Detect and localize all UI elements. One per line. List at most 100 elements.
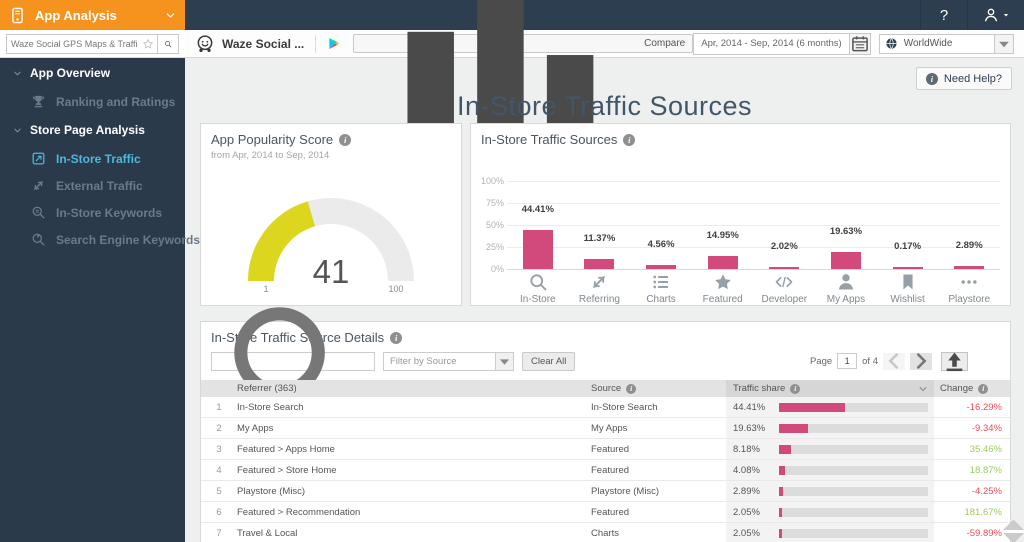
traffic-share-fill — [779, 423, 809, 433]
in-store-keywords-icon — [31, 205, 46, 220]
search-submit-button[interactable] — [158, 33, 179, 54]
bar — [769, 267, 800, 269]
bar-column-my-apps[interactable]: 19.63% — [815, 181, 877, 269]
chart-category-in-store[interactable]: In-Store — [507, 272, 569, 305]
filter-dropdown-button[interactable] — [495, 352, 513, 370]
table-row[interactable]: 1 In-Store Search In-Store Search 44.41%… — [201, 397, 1010, 418]
info-icon[interactable] — [623, 133, 636, 146]
column-source[interactable]: Source — [591, 380, 726, 397]
app-analysis-header[interactable]: App Analysis — [0, 0, 185, 30]
region-dropdown-button[interactable] — [994, 34, 1013, 53]
sidebar-item-in-store-traffic[interactable]: In-Store Traffic — [0, 145, 185, 172]
sidebar-item-ranking-and-ratings[interactable]: Ranking and Ratings — [0, 88, 185, 115]
column-traffic-share[interactable]: Traffic share — [726, 380, 934, 397]
brand-title: App Analysis — [35, 7, 117, 23]
traffic-share-fill — [779, 528, 783, 538]
row-traffic-share: 2.05% — [726, 502, 934, 522]
favorite-star-icon[interactable] — [142, 38, 154, 50]
table-row[interactable]: 3 Featured > Apps Home Featured 8.18% 35… — [201, 439, 1010, 460]
info-icon[interactable] — [626, 383, 637, 394]
chart-category-my-apps[interactable]: My Apps — [815, 272, 877, 305]
page-number-input[interactable] — [837, 353, 858, 369]
row-change: -4.25% — [971, 485, 1002, 497]
table-row[interactable]: 7 Travel & Local Charts 2.05% -59.89% — [201, 523, 1010, 542]
traffic-share-track — [779, 465, 928, 475]
chart-category-developer[interactable]: Developer — [754, 272, 816, 305]
search-icon — [164, 40, 172, 48]
table-controls: Filter by Source Clear All Page of 4 — [211, 306, 1000, 422]
previous-page-button[interactable] — [883, 352, 905, 370]
table-row[interactable]: 5 Playstore (Misc) Playstore (Misc) 2.89… — [201, 481, 1010, 502]
sidebar-item-external-traffic[interactable]: External Traffic — [0, 172, 185, 199]
chart-category-playstore[interactable]: Playstore — [938, 272, 1000, 305]
filter-by-source-select[interactable]: Filter by Source — [383, 351, 514, 371]
sidebar-section-store-page-analysis[interactable]: Store Page Analysis — [0, 115, 185, 145]
account-menu[interactable] — [967, 0, 1024, 30]
info-icon[interactable] — [339, 133, 352, 146]
app-search-box[interactable] — [6, 33, 158, 54]
sort-chevron-icon[interactable] — [918, 384, 928, 394]
traffic-details-table: Referrer (363) Source Traffic share Chan… — [201, 380, 1010, 542]
calendar-button[interactable] — [848, 33, 870, 54]
date-range-picker[interactable]: Apr, 2014 - Sep, 2014 (6 months) — [693, 32, 871, 55]
row-traffic-share: 2.05% — [726, 523, 934, 542]
chart-category-charts[interactable]: Charts — [630, 272, 692, 305]
row-traffic-share: 2.89% — [726, 481, 934, 501]
calendar-icon — [850, 34, 870, 54]
row-referrer: Featured > Store Home — [237, 464, 337, 476]
row-source: Featured — [591, 464, 630, 476]
traffic-sources-chart-panel: In-Store Traffic Sources 100% 75% 50% 25% 0%… — [470, 123, 1011, 306]
table-search-box[interactable] — [211, 306, 375, 422]
bar-column-charts[interactable]: 4.56% — [630, 181, 692, 269]
column-change[interactable]: Change — [934, 380, 1010, 397]
chart-category-featured[interactable]: Featured — [692, 272, 754, 305]
chart-category-referring[interactable]: Referring — [569, 272, 631, 305]
sidebar-item-in-store-keywords[interactable]: In-Store Keywords — [0, 199, 185, 226]
bar-column-wishlist[interactable]: 0.17% — [877, 181, 939, 269]
table-row[interactable]: 4 Featured > Store Home Featured 4.08% 1… — [201, 460, 1010, 481]
next-page-button[interactable] — [910, 352, 932, 370]
compare-button[interactable]: Compare — [353, 0, 694, 137]
table-search-input[interactable] — [365, 354, 369, 368]
bar-value-label: 4.56% — [647, 239, 675, 250]
bar-column-playstore[interactable]: 2.89% — [938, 181, 1000, 269]
table-row[interactable]: 2 My Apps My Apps 19.63% -9.34% — [201, 418, 1010, 439]
help-button[interactable]: ? — [920, 0, 967, 30]
bar-column-featured[interactable]: 14.95% — [692, 181, 754, 269]
clear-all-button[interactable]: Clear All — [522, 351, 576, 371]
traffic-details-panel: In-Store Traffic Source Details Filter b… — [200, 306, 1011, 542]
column-referrer[interactable]: Referrer (363) — [237, 380, 591, 397]
region-select[interactable]: WorldWide — [878, 33, 1014, 54]
traffic-share-fill — [779, 465, 786, 475]
app-name: Waze Social ... — [222, 36, 305, 51]
bar-column-in-store[interactable]: 44.41% — [507, 181, 569, 269]
export-button[interactable] — [941, 351, 968, 371]
bar-column-developer[interactable]: 2.02% — [754, 181, 816, 269]
page-total: of 4 — [862, 355, 878, 367]
bar-value-label: 0.17% — [894, 241, 922, 252]
sidebar-item-search-engine-keywords[interactable]: Search Engine Keywords — [0, 226, 200, 253]
traffic-share-fill — [779, 402, 846, 412]
info-icon[interactable] — [978, 383, 989, 394]
app-popularity-panel: App Popularity Score from Apr, 2014 to S… — [200, 123, 462, 306]
user-icon — [983, 7, 999, 23]
y-axis-tick: 50% — [485, 220, 504, 230]
charts-list-icon — [651, 272, 671, 292]
bar — [707, 256, 738, 269]
info-icon[interactable] — [390, 331, 403, 344]
bar-column-referring[interactable]: 11.37% — [569, 181, 631, 269]
sidebar-section-app-overview[interactable]: App Overview — [0, 58, 185, 88]
row-number: 6 — [216, 506, 222, 518]
bar — [830, 252, 861, 269]
need-help-button[interactable]: Need Help? — [915, 67, 1012, 90]
info-icon[interactable] — [790, 383, 801, 394]
chart-category-wishlist[interactable]: Wishlist — [877, 272, 939, 305]
page-title: In-Store Traffic Sources — [456, 91, 753, 122]
table-row[interactable]: 6 Featured > Recommendation Featured 2.0… — [201, 502, 1010, 523]
row-change: -59.89% — [966, 527, 1002, 539]
bar — [954, 266, 985, 269]
sidebar-section: App Overview Ranking and Ratings — [0, 58, 185, 115]
app-search-input[interactable] — [7, 38, 142, 49]
chevron-down-icon — [13, 69, 22, 78]
row-change: 35.46% — [969, 443, 1002, 455]
